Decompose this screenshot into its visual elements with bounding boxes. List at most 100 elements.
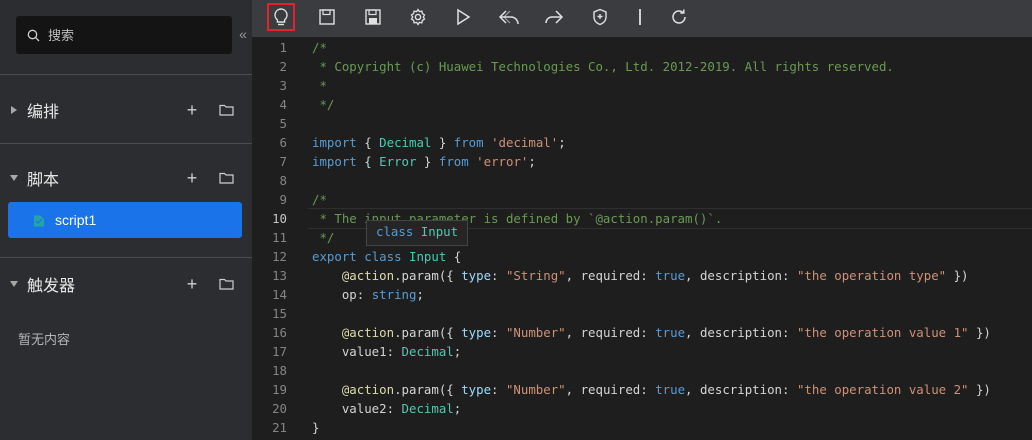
code-token: type bbox=[461, 382, 492, 397]
line-number: 12 bbox=[272, 249, 287, 264]
code-line[interactable]: 3 * bbox=[252, 76, 1032, 95]
caret-down-icon[interactable] bbox=[10, 173, 18, 183]
redo-icon[interactable] bbox=[541, 4, 567, 30]
save-icon[interactable] bbox=[314, 4, 340, 30]
script-item[interactable]: script1 bbox=[8, 202, 242, 238]
line-number: 19 bbox=[272, 382, 287, 397]
code-token: /* bbox=[312, 192, 327, 207]
code-token: */ bbox=[312, 230, 335, 245]
code-token: @action bbox=[341, 325, 395, 340]
caret-down-icon[interactable] bbox=[10, 279, 18, 289]
code-line[interactable]: 16 @action.param({ type: "Number", requi… bbox=[252, 323, 1032, 342]
empty-text: 暂无内容 bbox=[18, 332, 71, 347]
code-token: ; bbox=[558, 135, 566, 150]
code-token: "the operation type" bbox=[796, 268, 947, 283]
code-line[interactable]: 7 import { Error } from 'error'; bbox=[252, 152, 1032, 171]
section-header-triggers[interactable]: 触发器 + bbox=[0, 273, 252, 295]
line-number: 2 bbox=[279, 59, 287, 74]
line-number: 9 bbox=[279, 192, 287, 207]
code-token: , description: bbox=[685, 325, 797, 340]
add-icon[interactable]: + bbox=[184, 100, 200, 120]
code-line[interactable]: 19 @action.param({ type: "Number", requi… bbox=[252, 380, 1032, 399]
code-text: } bbox=[312, 418, 319, 437]
line-number: 15 bbox=[272, 306, 287, 321]
code-line[interactable]: 14 op: string; bbox=[252, 285, 1032, 304]
settings-icon[interactable] bbox=[405, 4, 431, 30]
collapse-sidebar-icon[interactable]: « bbox=[236, 26, 250, 42]
code-line[interactable]: 1 /* bbox=[252, 38, 1032, 57]
code-line[interactable]: 2 * Copyright (c) Huawei Technologies Co… bbox=[252, 57, 1032, 76]
code-token: , required: bbox=[565, 382, 656, 397]
code-line[interactable]: 5 bbox=[252, 114, 1032, 133]
section-header-orchestration[interactable]: 编排 + bbox=[0, 99, 252, 121]
add-icon[interactable]: + bbox=[184, 168, 200, 188]
tooltip-keyword: class bbox=[376, 224, 414, 239]
code-token: type bbox=[461, 325, 492, 340]
lightbulb-icon[interactable] bbox=[267, 3, 295, 31]
file-icon bbox=[33, 214, 45, 227]
code-line[interactable]: 9 /* bbox=[252, 190, 1032, 209]
code-line[interactable]: 6 import { Decimal } from 'decimal'; bbox=[252, 133, 1032, 152]
code-token: class bbox=[364, 249, 402, 264]
tooltip-name: Input bbox=[420, 224, 459, 239]
section-title: 脚本 bbox=[27, 172, 60, 189]
code-line[interactable]: 12 export class Input { bbox=[252, 247, 1032, 266]
run-icon[interactable] bbox=[450, 4, 476, 30]
code-token: value1: bbox=[312, 344, 402, 359]
code-token: export bbox=[312, 249, 357, 264]
shield-icon[interactable] bbox=[587, 4, 613, 30]
code-line[interactable]: 13 @action.param({ type: "String", requi… bbox=[252, 266, 1032, 285]
code-text: @action.param({ type: "Number", required… bbox=[312, 380, 991, 399]
line-number: 17 bbox=[272, 344, 287, 359]
add-icon[interactable]: + bbox=[184, 274, 200, 294]
folder-icon[interactable] bbox=[218, 170, 234, 186]
code-text: * Copyright (c) Huawei Technologies Co.,… bbox=[312, 57, 893, 76]
folder-icon[interactable] bbox=[218, 276, 234, 292]
refresh-icon[interactable] bbox=[666, 4, 692, 30]
folder-icon[interactable] bbox=[218, 102, 234, 118]
code-token: "Number" bbox=[505, 325, 566, 340]
caret-right-icon[interactable] bbox=[10, 105, 18, 115]
line-number: 6 bbox=[279, 135, 287, 150]
line-number: 3 bbox=[279, 78, 287, 93]
code-line[interactable]: 8 bbox=[252, 171, 1032, 190]
code-token: 'decimal' bbox=[491, 135, 559, 150]
section-title: 编排 bbox=[27, 104, 60, 121]
code-token: /* bbox=[312, 40, 327, 55]
search-input[interactable] bbox=[46, 26, 210, 44]
code-token: type bbox=[461, 268, 492, 283]
code-token: true bbox=[655, 268, 686, 283]
code-line[interactable]: 20 value2: Decimal; bbox=[252, 399, 1032, 418]
code-token: */ bbox=[312, 97, 335, 112]
code-token: ; bbox=[528, 154, 536, 169]
code-text: export class Input { bbox=[312, 247, 461, 266]
code-token: }) bbox=[968, 382, 991, 397]
code-line[interactable]: 15 bbox=[252, 304, 1032, 323]
code-token: : bbox=[491, 268, 506, 283]
code-line[interactable]: 17 value1: Decimal; bbox=[252, 342, 1032, 361]
save-all-icon[interactable] bbox=[360, 4, 386, 30]
section-title: 触发器 bbox=[27, 278, 76, 295]
code-line[interactable]: 21} bbox=[252, 418, 1032, 437]
code-token: import bbox=[312, 135, 357, 150]
section-scripts: 脚本 + bbox=[0, 167, 252, 189]
toolbar-separator bbox=[639, 9, 641, 25]
line-number: 18 bbox=[272, 363, 287, 378]
code-line[interactable]: 18 bbox=[252, 361, 1032, 380]
undo-icon[interactable] bbox=[496, 4, 522, 30]
section-header-scripts[interactable]: 脚本 + bbox=[0, 167, 252, 189]
app-window: « 编排 + 脚本 + bbox=[0, 0, 1032, 440]
code-line[interactable]: 4 */ bbox=[252, 95, 1032, 114]
code-token: : bbox=[491, 382, 506, 397]
code-token: .param({ bbox=[394, 382, 462, 397]
search-box[interactable] bbox=[16, 16, 232, 54]
code-token: Input bbox=[409, 249, 447, 264]
code-token: Decimal bbox=[401, 401, 454, 416]
code-token: import bbox=[312, 154, 357, 169]
code-text: @action.param({ type: "Number", required… bbox=[312, 323, 991, 342]
code-token: .param({ bbox=[394, 268, 462, 283]
code-token: } bbox=[416, 154, 439, 169]
